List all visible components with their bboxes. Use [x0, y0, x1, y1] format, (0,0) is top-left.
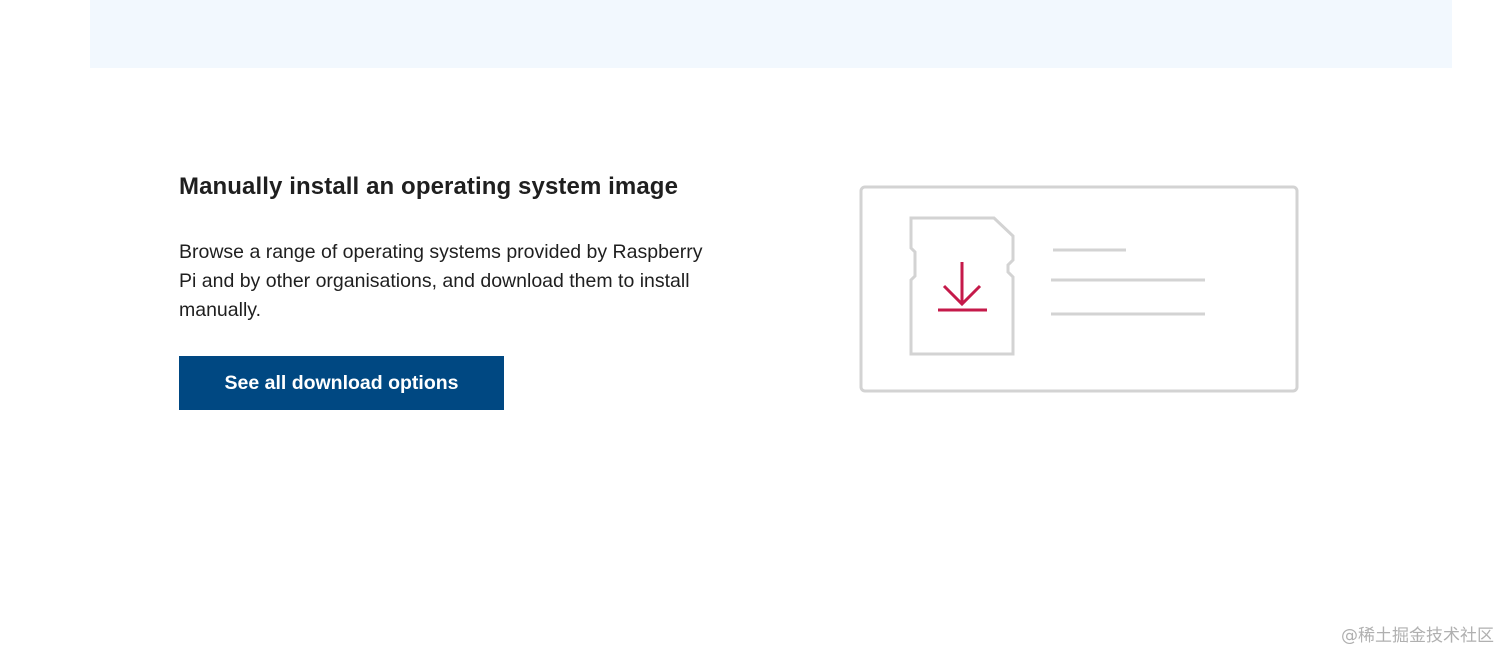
- watermark: @稀土掘金技术社区: [1341, 626, 1494, 646]
- sd-card-download-icon: [859, 185, 1299, 393]
- manual-install-section: Manually install an operating system ima…: [179, 170, 739, 410]
- top-banner: [90, 0, 1452, 68]
- section-description: Browse a range of operating systems prov…: [179, 241, 703, 321]
- sd-card-illustration: [858, 184, 1300, 394]
- see-all-download-options-button[interactable]: See all download options: [179, 356, 504, 410]
- section-title: Manually install an operating system ima…: [179, 173, 679, 200]
- page: Manually install an operating system ima…: [0, 0, 1512, 660]
